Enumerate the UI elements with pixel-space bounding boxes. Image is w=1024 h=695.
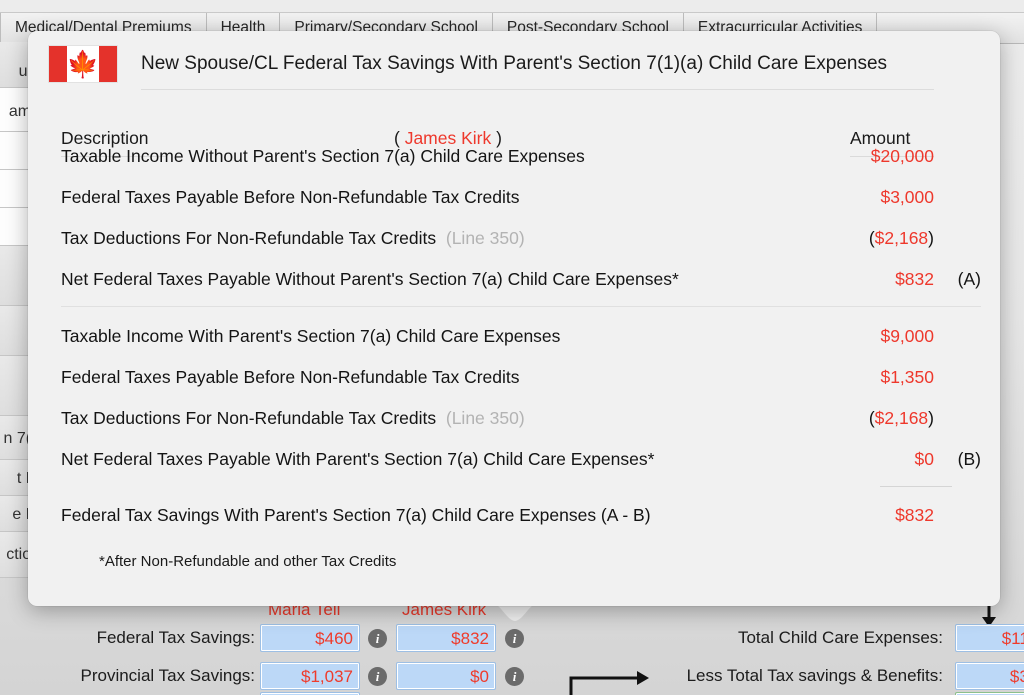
field-provincial-tax-savings-james[interactable]: $0 xyxy=(396,662,496,690)
table-row-total: Federal Tax Savings With Parent's Sectio… xyxy=(61,505,981,529)
table-row: Federal Taxes Payable Before Non-Refunda… xyxy=(61,187,981,211)
row-amount: $1,350 xyxy=(880,367,934,387)
label-total-child-care-expenses: Total Child Care Expenses: xyxy=(737,628,943,647)
screen: Medical/Dental Premiums Health Primary/S… xyxy=(0,0,1024,695)
total-amount: $832 xyxy=(895,505,934,525)
person-paren-open: ( xyxy=(394,128,400,148)
row-line-note: (Line 350) xyxy=(445,228,525,248)
row-amount: ($2,168) xyxy=(868,408,934,428)
footnote: *After Non-Refundable and other Tax Cred… xyxy=(99,553,397,570)
field-total-child-care-expenses[interactable]: $11,0 xyxy=(955,624,1024,652)
row-amount: $20,000 xyxy=(870,146,934,166)
label-federal-tax-savings: Federal Tax Savings: xyxy=(96,628,255,647)
canadian-flag-icon: 🍁 xyxy=(48,45,118,83)
table-row: Tax Deductions For Non-Refundable Tax Cr… xyxy=(61,228,981,252)
table-row: Net Federal Taxes Payable Without Parent… xyxy=(61,269,981,293)
table-row: Taxable Income Without Parent's Section … xyxy=(61,146,981,170)
person-name: James Kirk xyxy=(404,128,492,148)
row-amount: $0 xyxy=(914,449,934,469)
person-paren-close: ) xyxy=(496,128,502,148)
row-amount: $3,000 xyxy=(880,187,934,207)
total-divider xyxy=(880,486,952,487)
row-description: Federal Taxes Payable Before Non-Refunda… xyxy=(61,187,520,207)
field-provincial-tax-savings-maria[interactable]: $1,037 xyxy=(260,662,360,690)
row-description: Net Federal Taxes Payable Without Parent… xyxy=(61,269,679,289)
tax-savings-popover: 🍁 New Spouse/CL Federal Tax Savings With… xyxy=(28,31,1000,606)
field-federal-tax-savings-james[interactable]: $832 xyxy=(396,624,496,652)
popover-header: 🍁 New Spouse/CL Federal Tax Savings With… xyxy=(28,31,1000,91)
info-icon-federal-james[interactable]: i xyxy=(505,629,524,648)
total-description: Federal Tax Savings With Parent's Sectio… xyxy=(61,505,651,525)
table-row: Federal Taxes Payable Before Non-Refunda… xyxy=(61,367,981,391)
info-icon-provincial-james[interactable]: i xyxy=(505,667,524,686)
group-divider xyxy=(61,306,981,307)
table-row: Net Federal Taxes Payable With Parent's … xyxy=(61,449,981,473)
field-less-total-tax-savings[interactable]: $3,6 xyxy=(955,662,1024,690)
popover-title: New Spouse/CL Federal Tax Savings With P… xyxy=(141,53,888,74)
row-amount: ($2,168) xyxy=(868,228,934,248)
row-description: Tax Deductions For Non-Refundable Tax Cr… xyxy=(61,408,525,428)
row-tag: (A) xyxy=(957,269,981,289)
info-icon-provincial-maria[interactable]: i xyxy=(368,667,387,686)
table-row: Tax Deductions For Non-Refundable Tax Cr… xyxy=(61,408,981,432)
info-icon-federal-maria[interactable]: i xyxy=(368,629,387,648)
row-description: Tax Deductions For Non-Refundable Tax Cr… xyxy=(61,228,525,248)
row-description: Net Federal Taxes Payable With Parent's … xyxy=(61,449,655,469)
row-line-note: (Line 350) xyxy=(445,408,525,428)
row-description: Taxable Income With Parent's Section 7(a… xyxy=(61,326,561,346)
row-description: Taxable Income Without Parent's Section … xyxy=(61,146,585,166)
label-provincial-tax-savings: Provincial Tax Savings: xyxy=(80,666,256,685)
row-amount: $9,000 xyxy=(880,326,934,346)
table-row: Taxable Income With Parent's Section 7(a… xyxy=(61,326,981,350)
field-federal-tax-savings-maria[interactable]: $460 xyxy=(260,624,360,652)
row-description: Federal Taxes Payable Before Non-Refunda… xyxy=(61,367,520,387)
row-amount: $832 xyxy=(895,269,934,289)
label-less-total-tax-savings: Less Total Tax savings & Benefits: xyxy=(686,666,943,685)
title-divider xyxy=(141,89,934,90)
row-tag: (B) xyxy=(957,449,981,469)
